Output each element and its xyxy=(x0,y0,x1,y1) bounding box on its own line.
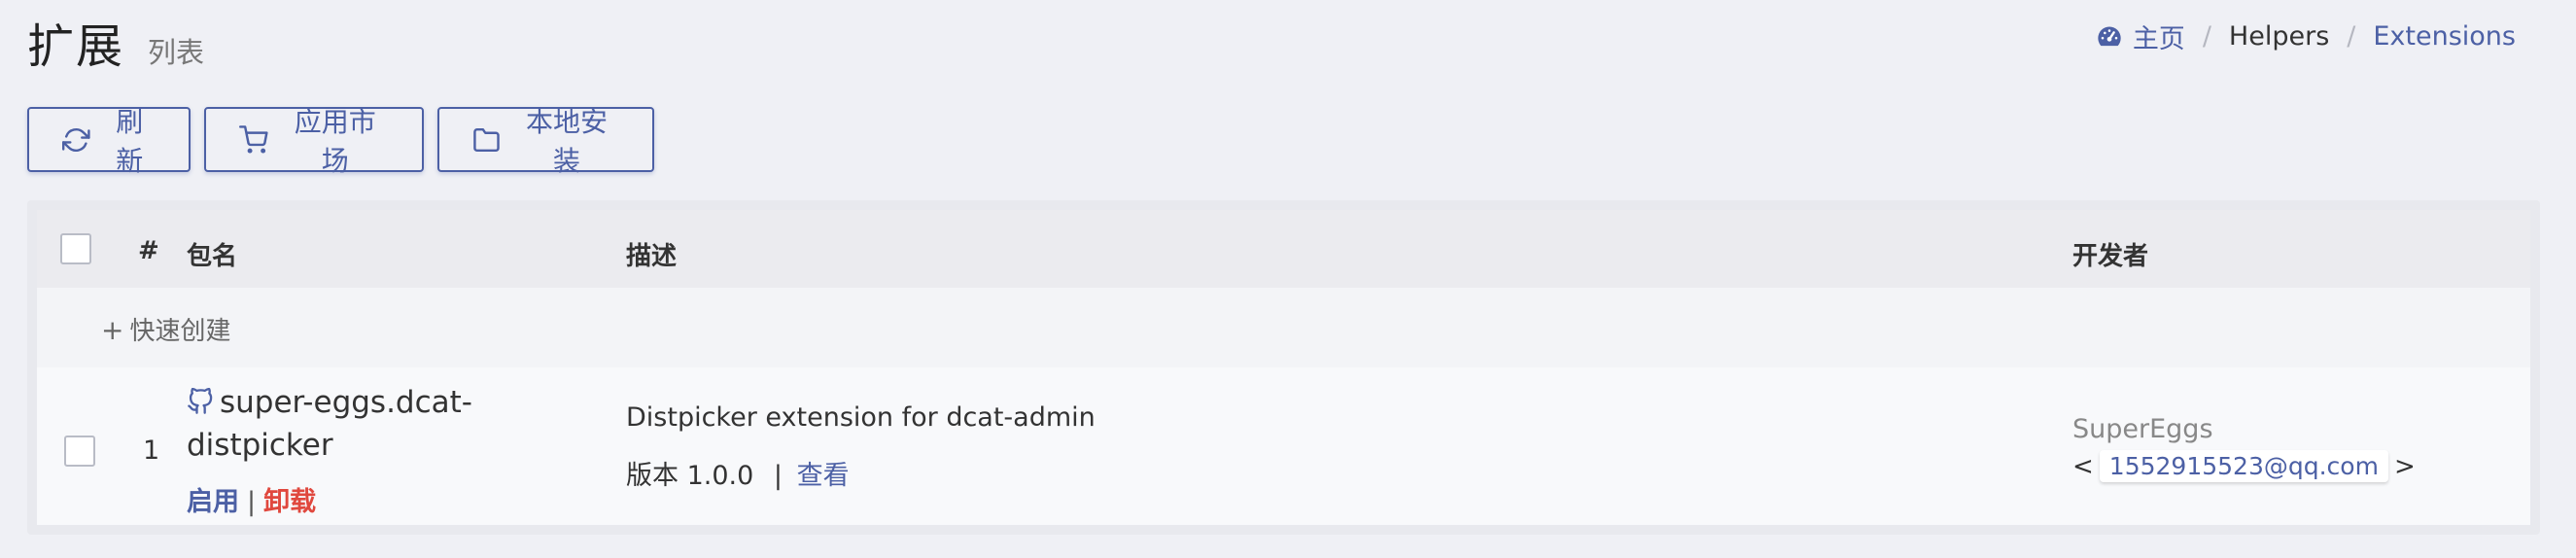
toolbar: 刷新 应用市场 本地安装 xyxy=(27,107,654,176)
developer-email-link[interactable]: 1552915523@qq.com xyxy=(2099,450,2388,482)
column-developer: 开发者 xyxy=(2072,242,2149,271)
email-close-bracket: > xyxy=(2393,451,2416,481)
row-checkbox[interactable] xyxy=(64,436,95,467)
breadcrumb-separator: / xyxy=(2347,21,2356,52)
breadcrumb-home-label: 主页 xyxy=(2132,24,2185,54)
quick-create-button[interactable]: + 快速创建 xyxy=(101,311,230,347)
description-text: Distpicker extension for dcat-admin xyxy=(626,402,1096,433)
action-separator: | xyxy=(247,487,257,517)
enable-link[interactable]: 启用 xyxy=(187,487,239,517)
table-row: 1 super-eggs.dcat-distpicker 启用 | 卸载 Distp… xyxy=(37,367,2530,525)
page: 扩展 列表 主页 / Helpers / Extensions 刷新 应用市场 … xyxy=(0,0,2576,558)
quick-create-label: 快速创建 xyxy=(129,317,231,346)
select-all-checkbox[interactable] xyxy=(60,233,91,264)
view-link[interactable]: 查看 xyxy=(797,461,850,491)
developer-email-line: < 1552915523@qq.com > xyxy=(2072,450,2416,482)
dashboard-icon xyxy=(2098,26,2121,46)
app-market-label: 应用市场 xyxy=(294,106,376,176)
version-label: 版本 1.0.0 xyxy=(626,461,754,491)
local-install-button[interactable]: 本地安装 xyxy=(437,107,654,176)
version-line: 版本 1.0.0 | 查看 xyxy=(626,454,1096,492)
plus-icon: + xyxy=(101,314,124,346)
table-header: # 包名 描述 开发者 xyxy=(37,210,2530,288)
breadcrumb: 主页 / Helpers / Extensions xyxy=(2096,17,2516,55)
app-market-button[interactable]: 应用市场 xyxy=(204,107,424,176)
breadcrumb-separator: / xyxy=(2202,21,2211,52)
column-package: 包名 xyxy=(187,242,238,271)
package-name: super-eggs.dcat-distpicker xyxy=(187,381,507,467)
github-icon xyxy=(188,387,213,414)
refresh-label: 刷新 xyxy=(116,106,144,176)
refresh-icon xyxy=(62,127,90,152)
breadcrumb-extensions[interactable]: Extensions xyxy=(2373,21,2516,52)
developer-name: SuperEggs xyxy=(2072,414,2213,444)
description-cell: Distpicker extension for dcat-admin 版本 1… xyxy=(626,402,1096,492)
breadcrumb-helpers[interactable]: Helpers xyxy=(2229,21,2329,52)
column-index: # xyxy=(138,236,159,265)
folder-icon xyxy=(473,127,500,152)
uninstall-link[interactable]: 卸载 xyxy=(263,487,316,517)
breadcrumb-home[interactable]: 主页 xyxy=(2096,17,2185,55)
cart-icon xyxy=(239,124,268,154)
email-open-bracket: < xyxy=(2072,451,2094,481)
local-install-label: 本地安装 xyxy=(525,106,608,176)
page-subtitle: 列表 xyxy=(148,36,205,69)
developer-cell: SuperEggs < 1552915523@qq.com > xyxy=(2072,414,2416,482)
package-name-text: super-eggs.dcat-distpicker xyxy=(187,385,472,463)
package-cell: super-eggs.dcat-distpicker 启用 | 卸载 xyxy=(187,381,507,518)
quick-create-row: + 快速创建 xyxy=(37,288,2530,367)
page-header: 扩展 列表 xyxy=(27,8,204,76)
extensions-table: # 包名 描述 开发者 + 快速创建 1 super-eggs.dcat-dist… xyxy=(27,200,2540,535)
row-index: 1 xyxy=(143,436,160,466)
row-actions: 启用 | 卸载 xyxy=(187,480,507,518)
column-description: 描述 xyxy=(626,242,678,271)
refresh-button[interactable]: 刷新 xyxy=(27,107,191,176)
version-separator: | xyxy=(773,461,783,491)
page-title: 扩展 xyxy=(27,19,125,74)
